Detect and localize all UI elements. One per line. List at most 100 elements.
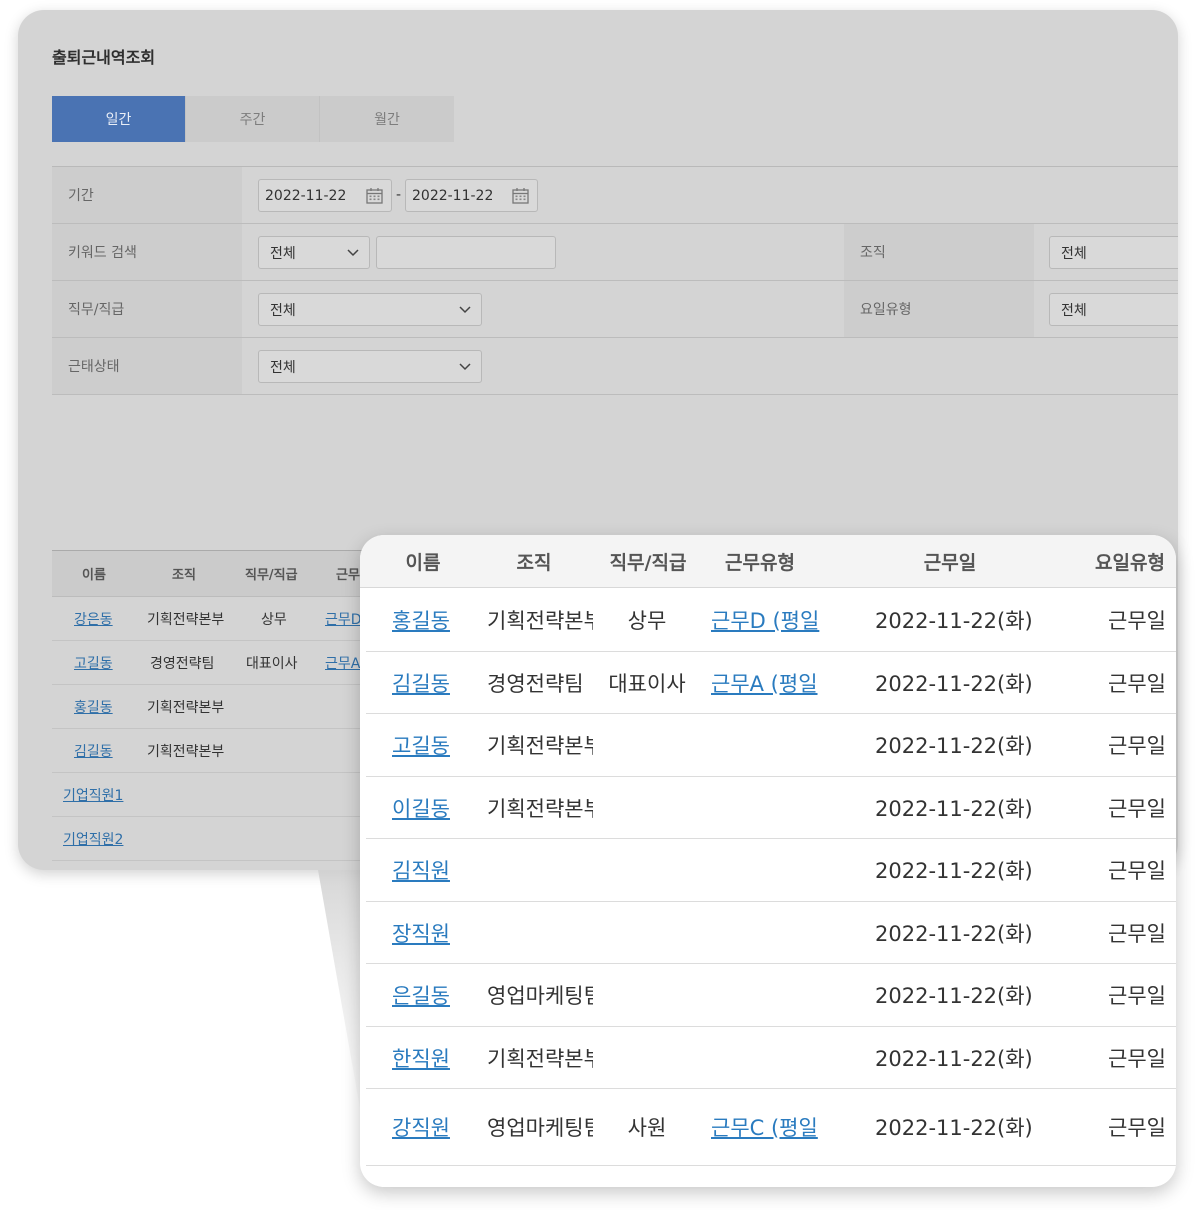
chevron-down-icon	[459, 363, 471, 371]
daytype-cell: 근무일	[1108, 1046, 1166, 1071]
date-to-value: 2022-11-22	[412, 187, 494, 204]
table-row: 고길동 기획전략본부 2022-11-22(화) 근무일	[366, 714, 1176, 777]
employee-name-link[interactable]: 강은동	[74, 597, 113, 640]
employee-name-link[interactable]: 홍길동	[74, 685, 113, 728]
worktype-link[interactable]: 근무C (평일	[711, 1089, 821, 1165]
table-row: 김길동 경영전략팀 대표이사 근무A (평일 2022-11-22(화) 근무일	[366, 652, 1176, 714]
job-cell: 대표이사	[608, 671, 686, 696]
org-label: 조직	[844, 224, 1034, 280]
workdate-cell: 2022-11-22(화)	[875, 671, 1033, 696]
org-select[interactable]: 전체	[1049, 236, 1178, 269]
employee-name-link[interactable]: 강직원	[392, 1089, 450, 1165]
keyword-label: 키워드 검색	[52, 224, 242, 280]
workdate-cell: 2022-11-22(화)	[875, 796, 1033, 821]
date-separator: -	[396, 187, 402, 203]
table-row: 김직원 2022-11-22(화) 근무일	[366, 839, 1176, 902]
keyword-type-select[interactable]: 전체	[258, 236, 370, 269]
table-row: 고길동 경영전략팀 대표이사 근무A	[52, 641, 392, 685]
col-name: 이름	[405, 552, 441, 574]
org-cell: 기획전략본부	[147, 699, 225, 716]
employee-name-link[interactable]: 김길동	[392, 652, 450, 713]
date-from-input[interactable]: 2022-11-22	[258, 179, 392, 212]
workdate-cell: 2022-11-22(화)	[875, 1116, 1033, 1140]
employee-name-link[interactable]: 고길동	[392, 714, 450, 776]
keyword-type-value: 전체	[270, 245, 296, 262]
col-worktype: 근무	[336, 568, 360, 583]
org-cell: 경영전략팀	[487, 671, 584, 696]
employee-name-link[interactable]: 은길동	[392, 964, 450, 1026]
daytype-cell: 근무일	[1108, 796, 1166, 821]
employee-name-link[interactable]: 김직원	[392, 839, 450, 901]
period-label: 기간	[52, 167, 242, 223]
workdate-cell: 2022-11-22(화)	[875, 921, 1033, 946]
table-header: 이름 조직 직무/직급 근무	[52, 551, 392, 597]
employee-name-link[interactable]: 홍길동	[392, 589, 450, 651]
employee-name-link[interactable]: 한직원	[392, 1027, 450, 1088]
org-cell: 기획전략본부	[487, 796, 593, 821]
table-row: 강직원 영업마케팅팀 사원 근무C (평일 2022-11-22(화) 근무일	[366, 1089, 1176, 1166]
col-worktype: 근무유형	[725, 552, 795, 574]
employee-name-link[interactable]: 이길동	[392, 777, 450, 838]
zoomed-result-table: 이름 조직 직무/직급 근무유형 근무일 요일유형 홍길동 기획전략본부 상무 …	[360, 535, 1176, 1187]
col-daytype: 요일유형	[1095, 552, 1165, 574]
org-cell: 기획전략본부	[487, 609, 593, 633]
table-row: 홍길동 기획전략본부	[52, 685, 392, 729]
daytype-cell: 근무일	[1108, 921, 1166, 946]
employee-name-link[interactable]: 고길동	[74, 641, 113, 684]
org-cell: 기획전략본부	[147, 611, 225, 628]
status-label: 근태상태	[52, 338, 242, 394]
employee-name-link[interactable]: 김길동	[74, 729, 113, 772]
col-workdate: 근무일	[923, 552, 977, 574]
table-row: 이길동 기획전략본부 2022-11-22(화) 근무일	[366, 777, 1176, 839]
table-row: 홍길동 기획전략본부 상무 근무D (평일 2022-11-22(화) 근무일	[366, 589, 1176, 652]
col-job: 직무/직급	[245, 568, 298, 583]
job-select[interactable]: 전체	[258, 293, 482, 326]
workdate-cell: 2022-11-22(화)	[875, 859, 1033, 883]
job-cell: 대표이사	[246, 655, 298, 672]
background-result-table: 이름 조직 직무/직급 근무 강은동 기획전략본부 상무 근무D 고길동 경영전…	[52, 550, 392, 861]
calendar-icon[interactable]	[366, 187, 383, 204]
table-row: 김길동 기획전략본부	[52, 729, 392, 773]
filter-row-job: 직무/직급 전체 요일유형 전체	[52, 281, 1178, 338]
keyword-input[interactable]	[376, 236, 556, 269]
worktype-link[interactable]: 근무A (평일	[711, 652, 821, 713]
job-label: 직무/직급	[52, 281, 242, 337]
calendar-icon[interactable]	[512, 187, 529, 204]
org-cell: 기획전략본부	[487, 734, 593, 758]
workdate-cell: 2022-11-22(화)	[875, 609, 1033, 633]
org-select-value: 전체	[1061, 245, 1087, 262]
worktype-link[interactable]: 근무D (평일	[711, 589, 821, 651]
org-cell: 기획전략본부	[147, 743, 225, 760]
filter-row-keyword: 키워드 검색 전체 조직 전체	[52, 224, 1178, 281]
chevron-down-icon	[459, 306, 471, 314]
daytype-cell: 근무일	[1108, 859, 1166, 883]
col-org: 조직	[516, 552, 552, 574]
worktype-link[interactable]: 근무D	[325, 597, 362, 640]
job-cell: 상무	[627, 609, 667, 633]
employee-name-link[interactable]: 기업직원1	[63, 773, 123, 816]
status-select-value: 전체	[270, 359, 296, 376]
search-filter-panel: 기간 2022-11-22 - 2022-11-22 키워드 검색 전체 조직 …	[52, 166, 1178, 395]
zoom-table-header: 이름 조직 직무/직급 근무유형 근무일 요일유형	[360, 535, 1176, 588]
org-cell: 영업마케팅팀	[487, 984, 593, 1008]
daytype-cell: 근무일	[1108, 671, 1166, 696]
tab-monthly[interactable]: 월간	[320, 96, 454, 142]
date-to-input[interactable]: 2022-11-22	[405, 179, 538, 212]
employee-name-link[interactable]: 장직원	[392, 902, 450, 963]
col-name: 이름	[82, 568, 106, 583]
col-org: 조직	[172, 568, 196, 583]
org-cell: 경영전략팀	[150, 655, 215, 672]
job-select-value: 전체	[270, 302, 296, 319]
tab-daily[interactable]: 일간	[52, 96, 186, 142]
table-row: 은길동 영업마케팅팀 2022-11-22(화) 근무일	[366, 964, 1176, 1027]
employee-name-link[interactable]: 기업직원2	[63, 817, 123, 860]
workdate-cell: 2022-11-22(화)	[875, 1046, 1033, 1071]
worktype-link[interactable]: 근무A	[325, 641, 360, 684]
daytype-cell: 근무일	[1108, 609, 1166, 633]
status-select[interactable]: 전체	[258, 350, 482, 383]
page-title: 출퇴근내역조회	[52, 48, 156, 67]
daytype-select[interactable]: 전체	[1049, 293, 1178, 326]
daytype-label: 요일유형	[844, 281, 1034, 337]
tab-weekly[interactable]: 주간	[186, 96, 320, 142]
workdate-cell: 2022-11-22(화)	[875, 734, 1033, 758]
